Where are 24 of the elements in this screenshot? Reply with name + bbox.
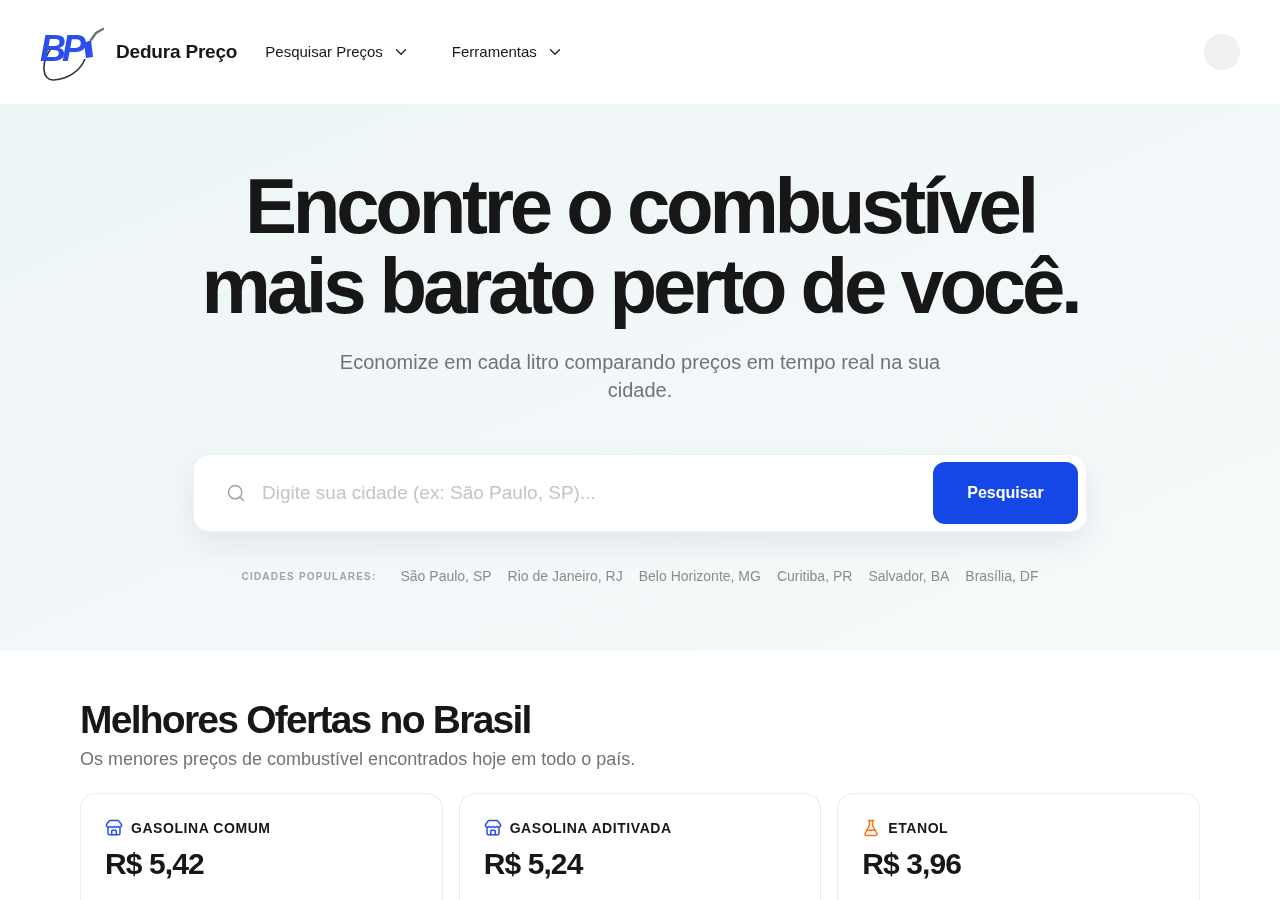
hero-subtitle: Economize em cada litro comparando preços em tempo real na sua cidade. <box>338 350 942 403</box>
section-title: Melhores Ofertas no Brasil <box>80 699 532 741</box>
fuel-type-label: GASOLINA ADITIVADA <box>509 819 672 838</box>
brand-logo[interactable]: BP <box>40 23 104 81</box>
nav-menu-button[interactable]: Ferramentas <box>451 40 564 64</box>
search-button[interactable]: Pesquisar <box>933 462 1078 524</box>
offer-card[interactable]: ETANOL R$ 3,96 <box>837 793 1200 900</box>
nav-menu-button[interactable]: Pesquisar Preços <box>265 40 410 64</box>
offer-card[interactable]: GASOLINA COMUM R$ 5,42 <box>80 793 443 900</box>
search-bar[interactable]: Digite sua cidade (ex: São Paulo, SP)... Pesquisar <box>193 454 1087 532</box>
fuel-price: R$ 3,96 <box>862 846 963 882</box>
fuel-type-label: GASOLINA COMUM <box>131 819 271 838</box>
fuel-type-label: ETANOL <box>888 819 949 838</box>
offer-card[interactable]: GASOLINA ADITIVADA R$ 5,24 <box>458 793 822 900</box>
city-search-input[interactable]: Digite sua cidade (ex: São Paulo, SP)... <box>262 469 933 517</box>
flask-icon <box>862 819 881 837</box>
store-icon <box>483 819 502 837</box>
store-icon <box>105 819 123 837</box>
section-subtitle: Os menores preços de combustível encontrados hoje em todo o país. <box>80 748 637 771</box>
fuel-price: R$ 5,42 <box>105 846 205 882</box>
brand-name[interactable]: Dedura Preço <box>116 37 238 67</box>
popular-cities-label: CIDADES POPULARES: <box>241 570 377 584</box>
fuel-price: R$ 5,24 <box>483 846 584 882</box>
search-icon <box>226 483 246 503</box>
